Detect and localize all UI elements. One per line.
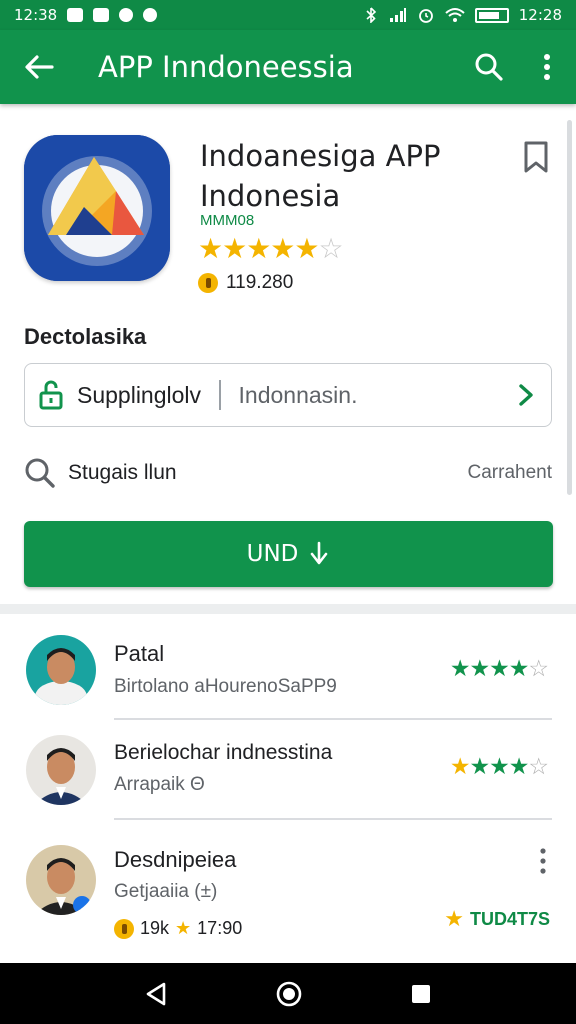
search-icon — [25, 458, 55, 488]
review-stars: ★★★★☆ — [449, 753, 549, 779]
info-card-label: Supplinglolv — [77, 381, 202, 408]
nav-back-icon[interactable] — [144, 981, 168, 1007]
app-rating-stars: ★★★★★☆ — [198, 233, 344, 264]
review-rating-text: 17:90 — [197, 918, 243, 938]
app-bar: APP Inndoneessia — [0, 30, 576, 104]
download-count: 119.280 — [198, 272, 293, 294]
reviewer-subtitle: Arrapaik Θ — [114, 774, 205, 795]
download-count-value: 119.280 — [226, 272, 294, 293]
wifi-icon — [445, 8, 465, 22]
status-time: 12:38 — [14, 6, 58, 24]
overflow-menu-button[interactable] — [518, 30, 576, 104]
cellular-signal-icon — [389, 8, 406, 22]
search-icon — [475, 53, 503, 81]
status-clock: 12:28 — [518, 6, 562, 24]
review-badge-text: TUD4T7S — [469, 908, 550, 929]
reviewer-subtitle: Getjaaiia (±) — [114, 881, 218, 902]
review-item[interactable]: Patal Birtolano aHourenoSaPP9 ★★★★☆ — [0, 625, 576, 725]
status-bar: 12:38 12:28 — [0, 0, 576, 30]
app-bar-title: APP Inndoneessia — [98, 50, 354, 84]
section-separator — [0, 604, 576, 614]
reviewer-name: Desdnipeiea — [114, 847, 237, 872]
install-button-label: UND — [246, 541, 299, 567]
reviewer-name: Berielochar indnesstina — [114, 741, 333, 764]
search-row-label: Stugais llun — [68, 461, 177, 484]
photo-notification-icon — [93, 8, 110, 22]
install-button[interactable]: UND — [24, 521, 553, 587]
lock-icon — [39, 380, 63, 410]
reviewer-subtitle: Birtolano aHourenoSaPP9 — [114, 676, 337, 697]
thumbs-up-icon[interactable] — [114, 918, 134, 939]
coin-icon — [198, 273, 218, 293]
review-likes: 19k — [140, 918, 170, 938]
review-stars: ★★★★☆ — [449, 655, 549, 681]
review-item[interactable]: Berielochar indnesstina Arrapaik Θ ★★★★☆ — [0, 725, 576, 825]
avatar — [26, 845, 96, 915]
section-title: Dectolasika — [24, 324, 147, 349]
star-icon: ★ — [444, 906, 464, 931]
back-arrow-icon — [25, 55, 54, 79]
app-name: Indoanesiga APP Indonesia — [200, 139, 441, 213]
review-badge: ★ TUD4T7S — [444, 906, 550, 932]
avatar — [26, 735, 96, 805]
more-vert-icon — [544, 54, 550, 80]
more-vert-icon[interactable] — [536, 848, 550, 874]
review-divider — [114, 818, 552, 820]
chevron-right-icon — [519, 384, 533, 406]
bookmark-icon[interactable] — [522, 140, 550, 174]
record-notification-icon — [143, 8, 158, 22]
info-card[interactable]: Supplinglolv Indonnasin. — [24, 363, 552, 427]
back-button[interactable] — [0, 30, 78, 104]
nav-home-icon[interactable] — [275, 980, 303, 1008]
review-item[interactable]: Desdnipeiea Getjaaiia (±) — [0, 835, 576, 960]
reviewer-name: Patal — [114, 641, 165, 666]
app-icon — [24, 135, 170, 281]
star-icon: ★ — [175, 918, 192, 938]
info-card-value: Indonnasin. — [238, 381, 358, 408]
download-icon — [311, 541, 328, 565]
review-divider — [114, 718, 552, 720]
system-nav-bar — [0, 963, 576, 1024]
search-row[interactable]: Stugais llun Carrahent — [24, 452, 552, 494]
review-meta: 19k ★ 17:90 — [114, 918, 242, 939]
scrollbar[interactable] — [567, 120, 572, 495]
battery-icon — [474, 7, 509, 23]
search-row-right-text: Carrahent — [467, 462, 553, 483]
mail-notification-icon — [67, 8, 84, 22]
app-logo-icon — [24, 135, 170, 281]
bluetooth-off-icon — [366, 7, 376, 23]
alarm-icon — [418, 9, 433, 23]
app-notification-icon — [119, 8, 134, 22]
developer-name[interactable]: MMM08 — [200, 212, 254, 229]
nav-recents-icon[interactable] — [410, 983, 432, 1005]
avatar — [26, 635, 96, 705]
search-button[interactable] — [460, 30, 518, 104]
